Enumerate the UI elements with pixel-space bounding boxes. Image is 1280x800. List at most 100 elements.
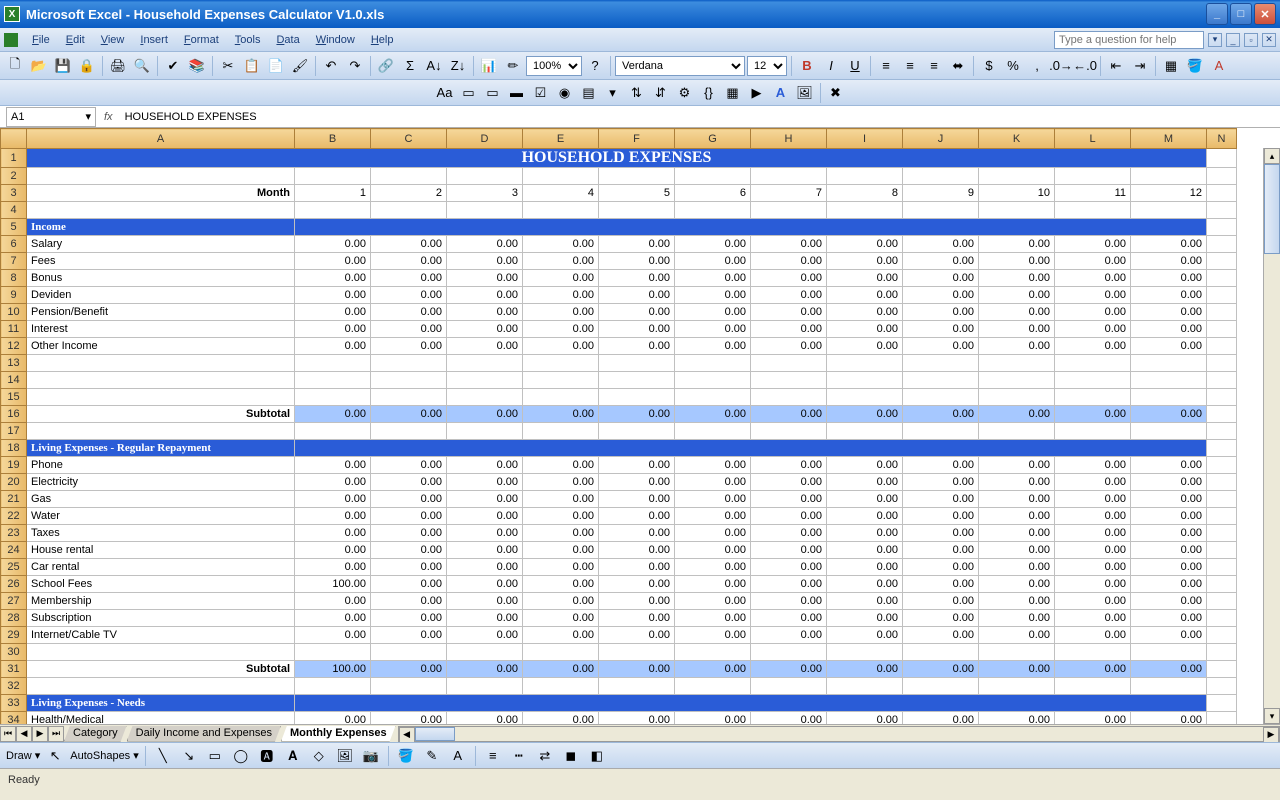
sort-desc-icon[interactable]: Z↓ [447, 55, 469, 77]
cell[interactable] [1055, 355, 1131, 372]
cell[interactable] [903, 355, 979, 372]
value-cell[interactable]: 0.00 [523, 321, 599, 338]
chevron-down-icon[interactable]: ▾ [85, 110, 91, 123]
cell[interactable] [1207, 610, 1237, 627]
value-cell[interactable]: 0.00 [903, 253, 979, 270]
value-cell[interactable]: 0.00 [447, 474, 523, 491]
cell[interactable] [371, 389, 447, 406]
horizontal-scrollbar[interactable]: ◀ ▶ [398, 726, 1280, 742]
cell[interactable] [1131, 389, 1207, 406]
subtotal-cell[interactable]: 0.00 [1055, 661, 1131, 678]
value-cell[interactable]: 0.00 [523, 542, 599, 559]
row-header-29[interactable]: 29 [1, 627, 27, 644]
value-cell[interactable]: 0.00 [903, 236, 979, 253]
cell[interactable] [27, 644, 295, 661]
value-cell[interactable]: 0.00 [295, 559, 371, 576]
value-cell[interactable]: 0.00 [1055, 508, 1131, 525]
cell[interactable] [599, 372, 675, 389]
value-cell[interactable]: 0.00 [675, 287, 751, 304]
cell[interactable] [371, 423, 447, 440]
toggle-grid-icon[interactable]: ▦ [722, 82, 744, 104]
format-painter-icon[interactable]: 🖌 [289, 55, 311, 77]
value-cell[interactable]: 0.00 [1131, 610, 1207, 627]
col-header-C[interactable]: C [371, 129, 447, 149]
col-header-G[interactable]: G [675, 129, 751, 149]
month-cell[interactable]: 3 [447, 185, 523, 202]
fx-icon[interactable]: fx [104, 111, 113, 123]
cell[interactable] [1207, 440, 1237, 457]
value-cell[interactable]: 0.00 [599, 542, 675, 559]
row-header-32[interactable]: 32 [1, 678, 27, 695]
col-header-A[interactable]: A [27, 129, 295, 149]
cell[interactable] [979, 355, 1055, 372]
value-cell[interactable]: 0.00 [523, 491, 599, 508]
value-cell[interactable]: 0.00 [751, 457, 827, 474]
cell[interactable] [523, 644, 599, 661]
value-cell[interactable]: 0.00 [599, 559, 675, 576]
item-label[interactable]: Water [27, 508, 295, 525]
value-cell[interactable]: 100.00 [295, 576, 371, 593]
cell[interactable] [1055, 202, 1131, 219]
subtotal-cell[interactable]: 0.00 [523, 406, 599, 423]
cell[interactable] [751, 168, 827, 185]
cell[interactable] [675, 389, 751, 406]
value-cell[interactable]: 0.00 [827, 304, 903, 321]
cell[interactable] [675, 355, 751, 372]
help-search-input[interactable] [1054, 31, 1204, 49]
subtotal-cell[interactable]: 0.00 [675, 406, 751, 423]
value-cell[interactable]: 0.00 [903, 287, 979, 304]
item-label[interactable]: Pension/Benefit [27, 304, 295, 321]
row-header-1[interactable]: 1 [1, 149, 27, 168]
value-cell[interactable]: 0.00 [447, 559, 523, 576]
cell[interactable] [979, 168, 1055, 185]
cell[interactable] [599, 355, 675, 372]
dash-style-icon[interactable]: ┅ [508, 745, 530, 767]
cell[interactable] [979, 644, 1055, 661]
cell[interactable] [27, 168, 295, 185]
cell[interactable] [599, 678, 675, 695]
value-cell[interactable]: 0.00 [295, 253, 371, 270]
value-cell[interactable]: 0.00 [675, 304, 751, 321]
item-label[interactable]: School Fees [27, 576, 295, 593]
value-cell[interactable]: 0.00 [675, 321, 751, 338]
value-cell[interactable]: 0.00 [979, 610, 1055, 627]
value-cell[interactable]: 0.00 [523, 576, 599, 593]
value-cell[interactable]: 0.00 [1055, 627, 1131, 644]
bold-icon[interactable]: B [796, 55, 818, 77]
value-cell[interactable]: 0.00 [903, 627, 979, 644]
value-cell[interactable]: 0.00 [979, 236, 1055, 253]
value-cell[interactable]: 0.00 [523, 508, 599, 525]
cell[interactable] [1207, 678, 1237, 695]
cell[interactable] [1207, 644, 1237, 661]
cell[interactable] [27, 423, 295, 440]
row-header-14[interactable]: 14 [1, 372, 27, 389]
cell[interactable] [827, 389, 903, 406]
value-cell[interactable]: 0.00 [447, 253, 523, 270]
cell[interactable] [371, 168, 447, 185]
value-cell[interactable]: 0.00 [827, 610, 903, 627]
cell[interactable] [295, 202, 371, 219]
value-cell[interactable]: 0.00 [371, 304, 447, 321]
value-cell[interactable]: 0.00 [599, 253, 675, 270]
value-cell[interactable]: 0.00 [751, 525, 827, 542]
month-cell[interactable]: 4 [523, 185, 599, 202]
cell[interactable] [751, 202, 827, 219]
cell[interactable] [1207, 287, 1237, 304]
subtotal-cell[interactable]: 0.00 [903, 661, 979, 678]
cell[interactable] [979, 202, 1055, 219]
value-cell[interactable]: 0.00 [675, 627, 751, 644]
value-cell[interactable]: 0.00 [751, 338, 827, 355]
cell[interactable] [1131, 202, 1207, 219]
value-cell[interactable]: 0.00 [675, 542, 751, 559]
help-dropdown-icon[interactable]: ▾ [1208, 33, 1222, 47]
group-box-icon[interactable]: ▭ [482, 82, 504, 104]
row-header-18[interactable]: 18 [1, 440, 27, 457]
cell[interactable] [599, 644, 675, 661]
cell[interactable] [1207, 491, 1237, 508]
scroll-left-icon[interactable]: ◀ [399, 727, 415, 743]
value-cell[interactable]: 0.00 [903, 508, 979, 525]
value-cell[interactable]: 0.00 [371, 270, 447, 287]
value-cell[interactable]: 0.00 [371, 559, 447, 576]
cell[interactable] [447, 355, 523, 372]
subtotal-cell[interactable]: 0.00 [979, 661, 1055, 678]
